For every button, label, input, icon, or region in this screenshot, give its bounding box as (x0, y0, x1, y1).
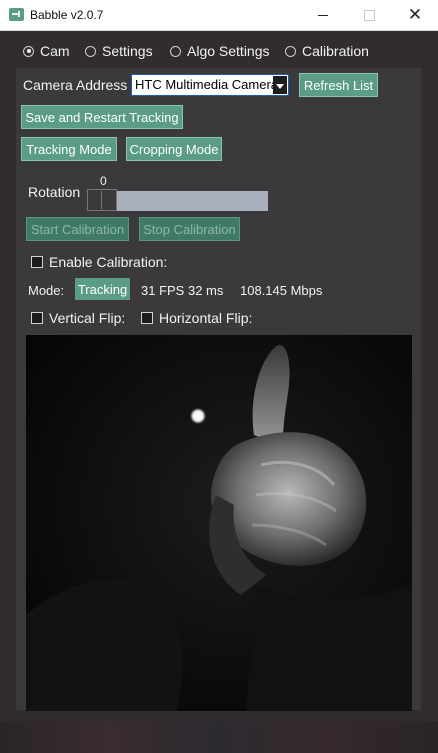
bandwidth-readout: 108.145 Mbps (240, 283, 323, 298)
tracking-mode-button[interactable]: Tracking Mode (21, 137, 117, 161)
chevron-down-icon[interactable] (273, 76, 287, 94)
stop-calibration-button[interactable]: Stop Calibration (139, 217, 240, 241)
mode-label: Mode: (28, 283, 65, 298)
window-title: Babble v2.0.7 (30, 8, 104, 22)
camera-address-value: HTC Multimedia Camera (135, 77, 273, 92)
radio-icon (285, 45, 296, 57)
camera-preview (26, 335, 412, 711)
tab-radio-group: Cam Settings Algo Settings Calibration (0, 40, 438, 62)
radio-icon (85, 45, 96, 57)
vertical-flip-label: Vertical Flip: (49, 310, 126, 326)
maximize-icon (363, 9, 375, 21)
tab-calibration-label: Calibration (302, 43, 369, 59)
fps-readout: 31 FPS 32 ms (141, 283, 224, 298)
mode-badge: Tracking (75, 278, 130, 300)
background-strip (0, 721, 438, 753)
maximize-button[interactable] (346, 0, 392, 30)
close-icon: ✕ (407, 5, 423, 24)
camera-feed-image (26, 335, 412, 711)
tab-settings[interactable]: Settings (85, 40, 153, 62)
rotation-label: Rotation (28, 184, 81, 200)
tab-cam[interactable]: Cam (23, 40, 70, 62)
rotation-slider-thumb[interactable] (87, 189, 117, 211)
refresh-list-button[interactable]: Refresh List (299, 73, 378, 97)
horizontal-flip-checkbox[interactable] (141, 312, 153, 324)
radio-selected-icon (23, 45, 34, 57)
close-button[interactable]: ✕ (392, 0, 438, 30)
minimize-button[interactable] (300, 0, 346, 30)
rotation-value: 0 (100, 174, 107, 188)
window-body: Cam Settings Algo Settings Calibration C… (0, 31, 438, 721)
tab-settings-label: Settings (102, 43, 153, 59)
title-bar: Babble v2.0.7 ✕ (0, 0, 438, 31)
tab-calibration[interactable]: Calibration (285, 40, 369, 62)
cropping-mode-button[interactable]: Cropping Mode (126, 137, 222, 161)
tab-cam-label: Cam (40, 43, 70, 59)
enable-calibration-label: Enable Calibration: (49, 254, 168, 270)
app-icon (9, 8, 24, 21)
horizontal-flip-label: Horizontal Flip: (159, 310, 253, 326)
camera-panel: Camera Address HTC Multimedia Camera Ref… (16, 68, 421, 711)
save-restart-tracking-button[interactable]: Save and Restart Tracking (21, 105, 183, 129)
tab-algo-settings[interactable]: Algo Settings (170, 40, 270, 62)
vertical-flip-checkbox[interactable] (31, 312, 43, 324)
enable-calibration-checkbox[interactable] (31, 256, 43, 268)
camera-address-label: Camera Address (23, 77, 128, 93)
minimize-icon (318, 14, 328, 16)
start-calibration-button[interactable]: Start Calibration (26, 217, 129, 241)
radio-icon (170, 45, 181, 57)
tab-algo-settings-label: Algo Settings (187, 43, 270, 59)
camera-address-select[interactable]: HTC Multimedia Camera (131, 74, 289, 96)
